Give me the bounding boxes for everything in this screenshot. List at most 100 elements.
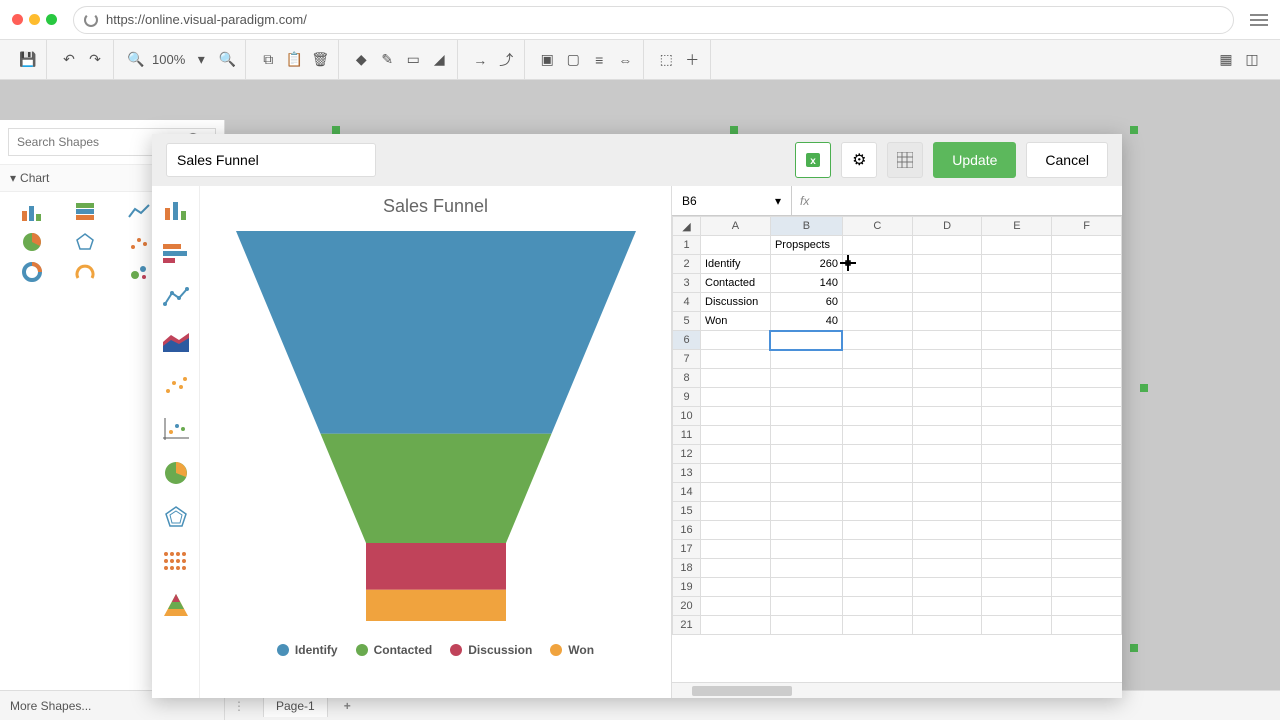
row-header[interactable]: 20: [673, 597, 701, 616]
cell[interactable]: [1052, 521, 1122, 540]
row-header[interactable]: 14: [673, 483, 701, 502]
align-icon[interactable]: ≡: [589, 50, 609, 70]
cell[interactable]: [770, 445, 842, 464]
cell[interactable]: [701, 597, 771, 616]
settings-button[interactable]: ⚙: [841, 142, 877, 178]
cell[interactable]: 40: [770, 312, 842, 331]
cell[interactable]: [842, 502, 912, 521]
cell[interactable]: Contacted: [701, 274, 771, 293]
col-header[interactable]: C: [842, 217, 912, 236]
stroke-icon[interactable]: ✎: [377, 50, 397, 70]
cell[interactable]: [982, 597, 1052, 616]
cell[interactable]: [770, 426, 842, 445]
doughnut-chart-icon[interactable]: [8, 260, 56, 284]
connector-icon[interactable]: →: [470, 50, 490, 70]
row-header[interactable]: 16: [673, 521, 701, 540]
row-header[interactable]: 19: [673, 578, 701, 597]
cell[interactable]: [701, 540, 771, 559]
cell[interactable]: [912, 388, 982, 407]
cell[interactable]: [842, 616, 912, 635]
cell[interactable]: [1052, 350, 1122, 369]
cell[interactable]: [982, 350, 1052, 369]
cell[interactable]: Propspects: [770, 236, 842, 255]
cell[interactable]: [770, 521, 842, 540]
cell[interactable]: [842, 426, 912, 445]
cell[interactable]: [912, 540, 982, 559]
close-window-icon[interactable]: [12, 14, 23, 25]
cell[interactable]: [701, 464, 771, 483]
cell-reference[interactable]: B6 ▾: [672, 186, 792, 215]
row-header[interactable]: 6: [673, 331, 701, 350]
excel-import-button[interactable]: x: [795, 142, 831, 178]
save-icon[interactable]: 💾: [18, 50, 38, 70]
cell[interactable]: [701, 388, 771, 407]
cell[interactable]: [982, 331, 1052, 350]
cell[interactable]: [982, 464, 1052, 483]
cell[interactable]: [701, 350, 771, 369]
cell[interactable]: [912, 350, 982, 369]
pie-chart-icon[interactable]: [8, 230, 56, 254]
cell[interactable]: [770, 369, 842, 388]
resize-handle[interactable]: [1130, 126, 1138, 134]
cell[interactable]: [912, 578, 982, 597]
cell[interactable]: [842, 236, 912, 255]
cell[interactable]: [982, 293, 1052, 312]
cell[interactable]: [1052, 293, 1122, 312]
cell[interactable]: [842, 274, 912, 293]
cell[interactable]: [770, 578, 842, 597]
cell[interactable]: [912, 255, 982, 274]
cell[interactable]: [912, 464, 982, 483]
cell[interactable]: [842, 578, 912, 597]
cell[interactable]: [842, 407, 912, 426]
row-header[interactable]: 2: [673, 255, 701, 274]
col-header[interactable]: F: [1052, 217, 1122, 236]
cell[interactable]: [982, 388, 1052, 407]
cell[interactable]: [842, 331, 912, 350]
row-header[interactable]: 18: [673, 559, 701, 578]
distribute-icon[interactable]: ⇔: [615, 50, 635, 70]
col-header[interactable]: E: [982, 217, 1052, 236]
cell[interactable]: 140: [770, 274, 842, 293]
zoom-dropdown-icon[interactable]: ▾: [191, 50, 211, 70]
cell[interactable]: [701, 426, 771, 445]
cell[interactable]: [982, 540, 1052, 559]
ct-pyramid-icon[interactable]: [160, 592, 192, 618]
cell[interactable]: [912, 483, 982, 502]
cell[interactable]: [982, 255, 1052, 274]
chart-title-input[interactable]: [166, 143, 376, 177]
redo-icon[interactable]: ↷: [85, 50, 105, 70]
row-header[interactable]: 21: [673, 616, 701, 635]
cell[interactable]: [982, 369, 1052, 388]
cell[interactable]: [1052, 483, 1122, 502]
cell[interactable]: [842, 293, 912, 312]
cell[interactable]: [701, 407, 771, 426]
radar-chart-icon[interactable]: [62, 230, 110, 254]
cell[interactable]: [1052, 502, 1122, 521]
ct-column-icon[interactable]: [160, 196, 192, 222]
cell[interactable]: [982, 274, 1052, 293]
cell[interactable]: Discussion: [701, 293, 771, 312]
ct-scatter-icon[interactable]: [160, 372, 192, 398]
cell[interactable]: [842, 559, 912, 578]
cell[interactable]: [842, 464, 912, 483]
cell[interactable]: [842, 369, 912, 388]
drag-handle-icon[interactable]: ⋮: [225, 699, 253, 713]
cell[interactable]: [912, 616, 982, 635]
cell[interactable]: [1052, 540, 1122, 559]
cell[interactable]: [912, 274, 982, 293]
cell[interactable]: [770, 464, 842, 483]
cell[interactable]: [982, 483, 1052, 502]
row-header[interactable]: 13: [673, 464, 701, 483]
grid-view-button[interactable]: [887, 142, 923, 178]
cell[interactable]: [701, 483, 771, 502]
ct-bar-icon[interactable]: [160, 240, 192, 266]
cell[interactable]: [912, 559, 982, 578]
row-header[interactable]: 1: [673, 236, 701, 255]
formula-input[interactable]: [817, 186, 1122, 215]
cell[interactable]: [912, 312, 982, 331]
grid[interactable]: ◢ABCDEF1Propspects2Identify2603Contacted…: [672, 216, 1122, 682]
cell[interactable]: [1052, 369, 1122, 388]
cell[interactable]: [701, 445, 771, 464]
cell[interactable]: [842, 255, 912, 274]
cell[interactable]: [1052, 407, 1122, 426]
